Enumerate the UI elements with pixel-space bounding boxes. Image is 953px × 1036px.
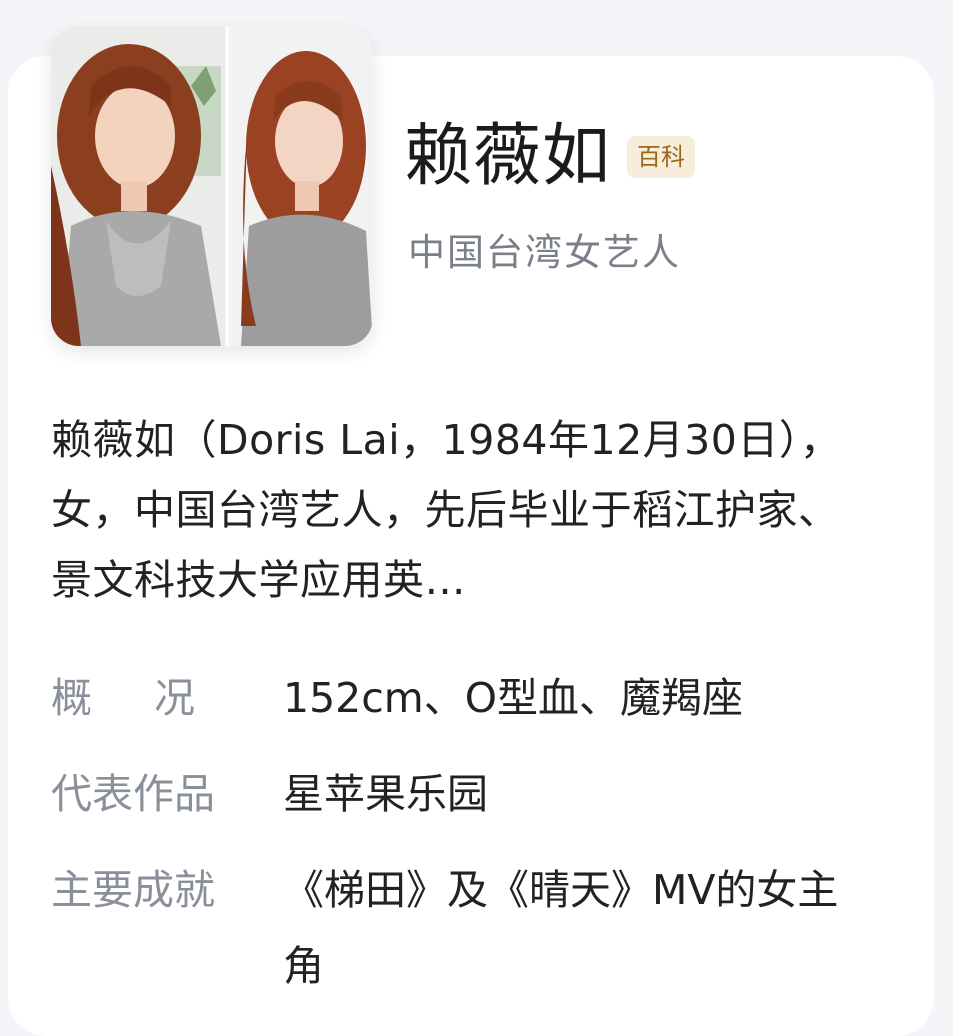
baike-badge: 百科 — [627, 135, 696, 179]
portrait-photo-icon — [51, 26, 373, 346]
fact-label: 主要成就 — [51, 866, 215, 914]
fact-value: 星苹果乐园 — [283, 770, 488, 818]
title-row: 赖薇如 百科 — [404, 112, 696, 202]
facts-list: 概况 152cm、O型血、魔羯座 代表作品 星苹果乐园 主要成就 《梯田》及《晴… — [51, 660, 911, 1024]
entry-intro[interactable]: 赖薇如（Doris Lai，1984年12月30日），女，中国台湾艺人，先后毕业… — [51, 405, 871, 615]
fact-row-works: 代表作品 星苹果乐园 — [51, 756, 911, 832]
fact-row-overview: 概况 152cm、O型血、魔羯座 — [51, 660, 911, 736]
fact-value: 《梯田》及《晴天》MV的女主角 — [283, 866, 839, 990]
entry-subtitle: 中国台湾女艺人 — [408, 231, 681, 274]
fact-label: 代表作品 — [51, 770, 215, 818]
fact-label: 概况 — [51, 674, 257, 722]
fact-value: 152cm、O型血、魔羯座 — [283, 674, 744, 722]
entry-name[interactable]: 赖薇如 — [404, 123, 611, 191]
fact-row-achievements: 主要成就 《梯田》及《晴天》MV的女主角 — [51, 852, 911, 1004]
portrait-image[interactable] — [51, 26, 373, 346]
